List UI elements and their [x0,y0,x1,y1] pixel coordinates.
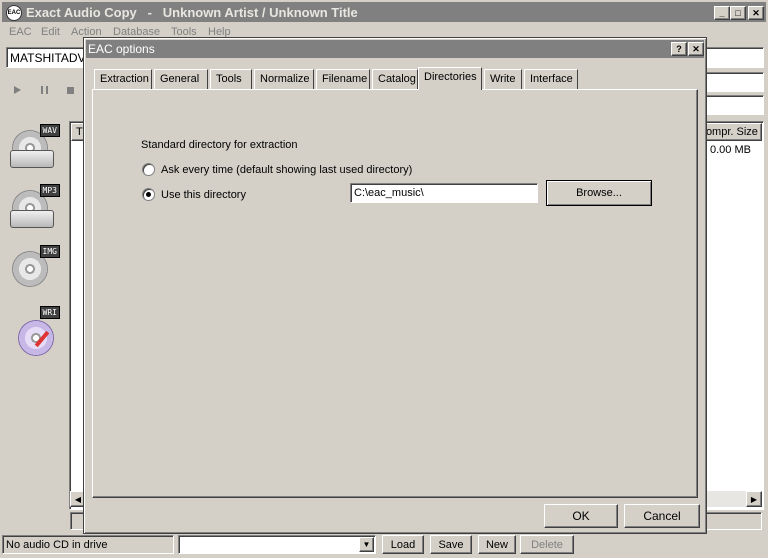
minimize-button[interactable]: _ [714,6,730,20]
status-text-panel: No audio CD in drive [2,535,174,554]
window-title: Exact Audio Copy - Unknown Artist / Unkn… [26,5,358,20]
write-cd-button[interactable]: WRI [10,306,60,360]
play-icon[interactable] [14,86,21,94]
tab-normalize[interactable]: Normalize [254,69,314,89]
load-button[interactable]: Load [382,535,424,554]
right-field-2[interactable] [700,72,764,92]
directory-value: C:\eac_music\ [354,187,424,199]
close-button[interactable]: ✕ [748,6,764,20]
menu-edit[interactable]: Edit [41,26,60,38]
menu-eac[interactable]: EAC [9,26,32,38]
delete-button[interactable]: Delete [520,535,574,554]
right-field-1[interactable] [700,47,764,68]
dialog-close-button[interactable]: ✕ [688,42,704,56]
cancel-button[interactable]: Cancel [624,504,700,528]
option-ask-label[interactable]: Ask every time (default showing last use… [161,164,412,176]
mp3-tag: MP3 [39,184,60,197]
drive-select[interactable]: MATSHITADVD [6,47,88,68]
extract-wav-button[interactable]: WAV [10,124,60,178]
directory-field[interactable]: C:\eac_music\ [350,183,538,203]
drive-icon [10,210,54,228]
main-title-bar: EAC Exact Audio Copy - Unknown Artist / … [0,0,768,24]
new-button[interactable]: New [478,535,516,554]
column-header-first[interactable]: T [76,126,83,138]
right-field-3[interactable] [700,95,764,115]
chevron-down-icon[interactable]: ▼ [359,537,374,552]
tab-general[interactable]: General [154,69,208,89]
img-tag: IMG [39,245,60,258]
dialog-title-bar: EAC options ? ✕ [86,40,704,58]
track-row-size: 0.00 MB [710,144,751,156]
eac-options-dialog: EAC options ? ✕ Extraction General Tools… [83,37,707,534]
write-disc-icon [18,320,54,356]
create-image-button[interactable]: IMG [10,245,60,299]
drive-select-value: MATSHITADVD [10,51,88,65]
tab-extraction[interactable]: Extraction [94,69,152,89]
tab-tools[interactable]: Tools [210,69,252,89]
eac-app-icon[interactable]: EAC [6,5,22,21]
tab-strip: Extraction General Tools Normalize Filen… [92,67,697,90]
profile-select[interactable]: ▼ [178,535,376,554]
extract-mp3-button[interactable]: MP3 [10,184,60,238]
scroll-right-button[interactable]: ▶ [746,491,762,507]
ok-button[interactable]: OK [544,504,618,528]
option-use-label[interactable]: Use this directory [161,189,246,201]
pause-icon[interactable] [41,86,48,94]
stop-icon[interactable] [67,87,74,94]
tab-page-directories: Standard directory for extraction Ask ev… [92,89,698,498]
wav-tag: WAV [39,124,60,137]
radio-use-this-directory[interactable] [142,188,155,201]
help-button[interactable]: ? [671,42,687,56]
tab-filename[interactable]: Filename [316,69,370,89]
dialog-title: EAC options [88,42,155,56]
save-button[interactable]: Save [430,535,472,554]
wri-tag: WRI [39,306,60,319]
tab-write[interactable]: Write [484,69,522,89]
tab-interface[interactable]: Interface [524,69,578,89]
status-text: No audio CD in drive [6,539,108,551]
drive-icon [10,150,54,168]
browse-button[interactable]: Browse... [546,180,652,206]
tab-directories[interactable]: Directories [418,67,482,90]
group-label: Standard directory for extraction [141,139,298,151]
maximize-button[interactable]: □ [730,6,746,20]
tab-catalog[interactable]: Catalog [372,69,418,89]
radio-ask-every-time[interactable] [142,163,155,176]
